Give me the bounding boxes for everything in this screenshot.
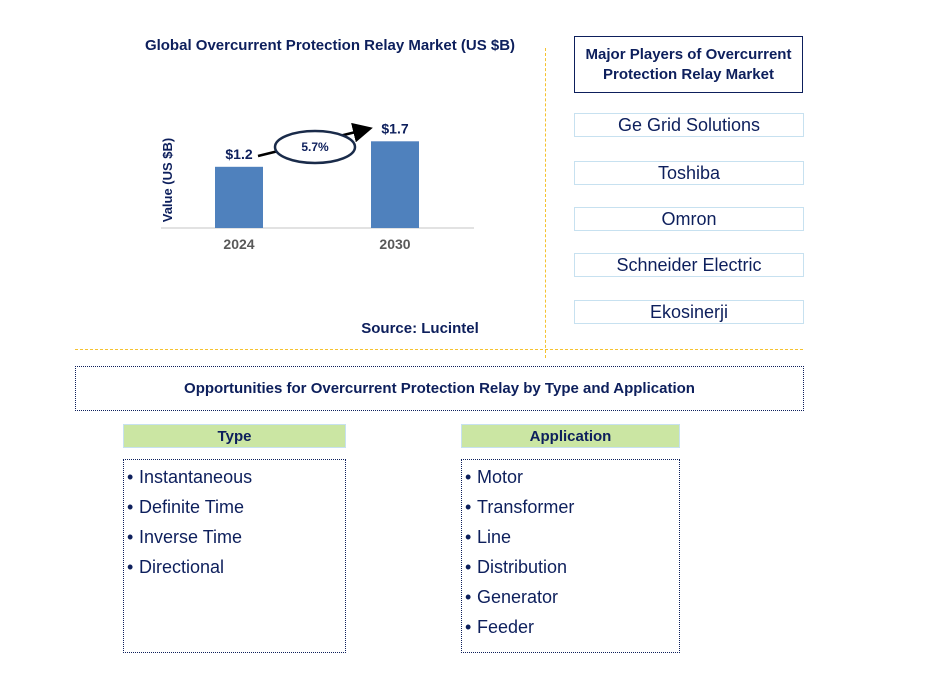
data-label-2030: $1.7 bbox=[381, 120, 408, 136]
bullet-icon: • bbox=[127, 467, 134, 487]
type-item-label: Inverse Time bbox=[139, 527, 243, 547]
x-tick-label-2030: 2030 bbox=[379, 236, 410, 252]
bullet-icon: • bbox=[127, 497, 134, 517]
bar-2024 bbox=[215, 166, 263, 228]
bullet-icon: • bbox=[465, 557, 472, 577]
x-tick-label-2024: 2024 bbox=[223, 236, 254, 252]
chart-source: Source: Lucintel bbox=[361, 320, 479, 337]
application-item: • Distribution bbox=[462, 552, 679, 582]
bullet-icon: • bbox=[465, 497, 472, 517]
type-header: Type bbox=[123, 424, 346, 448]
bullet-icon: • bbox=[465, 467, 472, 487]
player-item: Toshiba bbox=[574, 161, 804, 185]
application-item: • Transformer bbox=[462, 492, 679, 522]
player-item: Ekosinerji bbox=[574, 300, 804, 324]
application-item-label: Line bbox=[477, 527, 512, 547]
application-item-label: Transformer bbox=[477, 497, 575, 517]
opportunities-title: Opportunities for Overcurrent Protection… bbox=[75, 366, 804, 411]
type-item-label: Directional bbox=[139, 557, 225, 577]
data-label-2024: $1.2 bbox=[225, 146, 252, 162]
application-item: • Line bbox=[462, 522, 679, 552]
player-item: Schneider Electric bbox=[574, 253, 804, 277]
horizontal-divider bbox=[75, 349, 803, 350]
player-item: Omron bbox=[574, 207, 804, 231]
bullet-icon: • bbox=[127, 527, 134, 547]
players-title: Major Players of Overcurrent Protection … bbox=[574, 36, 803, 93]
type-item: • Instantaneous bbox=[124, 462, 345, 492]
vertical-divider bbox=[545, 48, 546, 358]
type-item: • Inverse Time bbox=[124, 522, 345, 552]
bar-2030 bbox=[371, 141, 419, 228]
type-item: • Definite Time bbox=[124, 492, 345, 522]
bullet-icon: • bbox=[127, 557, 134, 577]
bullet-icon: • bbox=[465, 587, 472, 607]
application-list: • Motor • Transformer • Line • Distribution … bbox=[461, 459, 680, 653]
type-item-label: Definite Time bbox=[139, 497, 245, 517]
type-item-label: Instantaneous bbox=[139, 467, 253, 487]
cagr-label: 5.7% bbox=[301, 140, 329, 154]
application-item: • Feeder bbox=[462, 612, 679, 642]
application-item-label: Feeder bbox=[477, 617, 535, 637]
application-item-label: Generator bbox=[477, 587, 559, 607]
type-list: • Instantaneous • Definite Time • Inverse T… bbox=[123, 459, 346, 653]
type-item: • Directional bbox=[124, 552, 345, 582]
bullet-icon: • bbox=[465, 617, 472, 637]
bullet-icon: • bbox=[465, 527, 472, 547]
application-item: • Generator bbox=[462, 582, 679, 612]
application-header: Application bbox=[461, 424, 680, 448]
y-axis-label: Value (US $B) bbox=[160, 138, 175, 223]
application-item-label: Motor bbox=[477, 467, 524, 487]
player-item: Ge Grid Solutions bbox=[574, 113, 804, 137]
application-item: • Motor bbox=[462, 462, 679, 492]
application-item-label: Distribution bbox=[477, 557, 568, 577]
